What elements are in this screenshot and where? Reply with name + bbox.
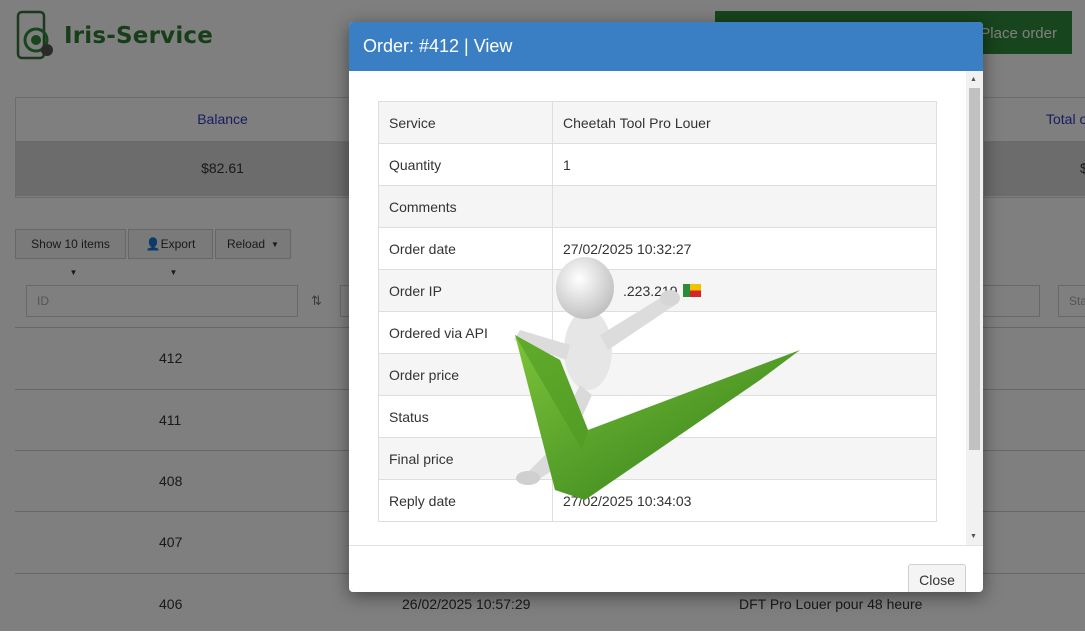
modal-title: Order: #412 | View: [349, 22, 983, 71]
detail-row: Quantity 1: [378, 143, 937, 186]
detail-value: Cheetah Tool Pro Louer: [552, 101, 937, 144]
scroll-thumb[interactable]: [969, 88, 980, 450]
close-button[interactable]: Close: [908, 564, 966, 592]
checkmark-figure-icon: [514, 257, 800, 500]
detail-label: Service: [378, 101, 553, 144]
detail-value: [552, 185, 937, 228]
detail-label: Quantity: [378, 143, 553, 186]
modal-footer: Close: [349, 545, 983, 592]
scroll-up-icon[interactable]: ▲: [970, 76, 977, 83]
detail-value: 1: [552, 143, 937, 186]
detail-row: Comments: [378, 185, 937, 228]
modal-scrollbar[interactable]: ▲ ▼: [966, 71, 983, 545]
scroll-down-icon[interactable]: ▼: [970, 533, 977, 540]
detail-label: Comments: [378, 185, 553, 228]
detail-row: Service Cheetah Tool Pro Louer: [378, 101, 937, 144]
